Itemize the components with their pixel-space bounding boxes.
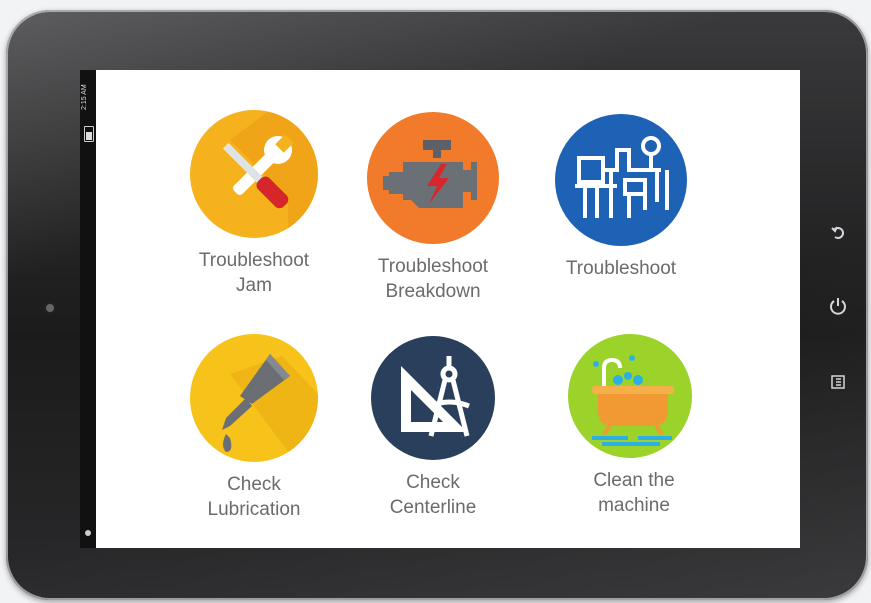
- tile-label: Clean the machine: [593, 470, 675, 516]
- tile-label: Troubleshoot Jam: [198, 250, 310, 296]
- tile-label: Troubleshoot: [565, 258, 677, 279]
- back-icon[interactable]: [826, 220, 850, 244]
- signal-icon: [85, 530, 91, 536]
- bathtub-icon: [568, 334, 692, 458]
- tile-label: Troubleshoot Breakdown: [377, 256, 489, 302]
- app-screen: Troubleshoot Jam Troubleshoot Breakdown: [96, 70, 800, 548]
- tile-troubleshoot-jam[interactable]: Troubleshoot Jam: [159, 110, 349, 298]
- camera-icon: [46, 304, 54, 312]
- status-time: 2:15 AM: [81, 84, 88, 110]
- power-icon[interactable]: [826, 294, 850, 318]
- tile-label: Check Centerline: [389, 472, 477, 518]
- tile-troubleshoot-breakdown[interactable]: Troubleshoot Breakdown: [338, 112, 528, 304]
- battery-icon: [84, 126, 94, 142]
- tile-check-centerline[interactable]: Check Centerline: [358, 336, 508, 520]
- tile-clean-the-machine[interactable]: Clean the machine: [544, 334, 724, 518]
- machine-icon: [555, 114, 687, 246]
- wrench-screwdriver-icon: [190, 110, 318, 238]
- tile-check-lubrication[interactable]: Check Lubrication: [159, 334, 349, 522]
- menu-icon[interactable]: [826, 370, 850, 394]
- tile-label: Check Lubrication: [207, 474, 301, 520]
- oil-can-icon: [190, 334, 318, 462]
- compass-square-icon: [371, 336, 495, 460]
- engine-icon: [367, 112, 499, 244]
- tile-troubleshoot[interactable]: Troubleshoot: [526, 114, 716, 281]
